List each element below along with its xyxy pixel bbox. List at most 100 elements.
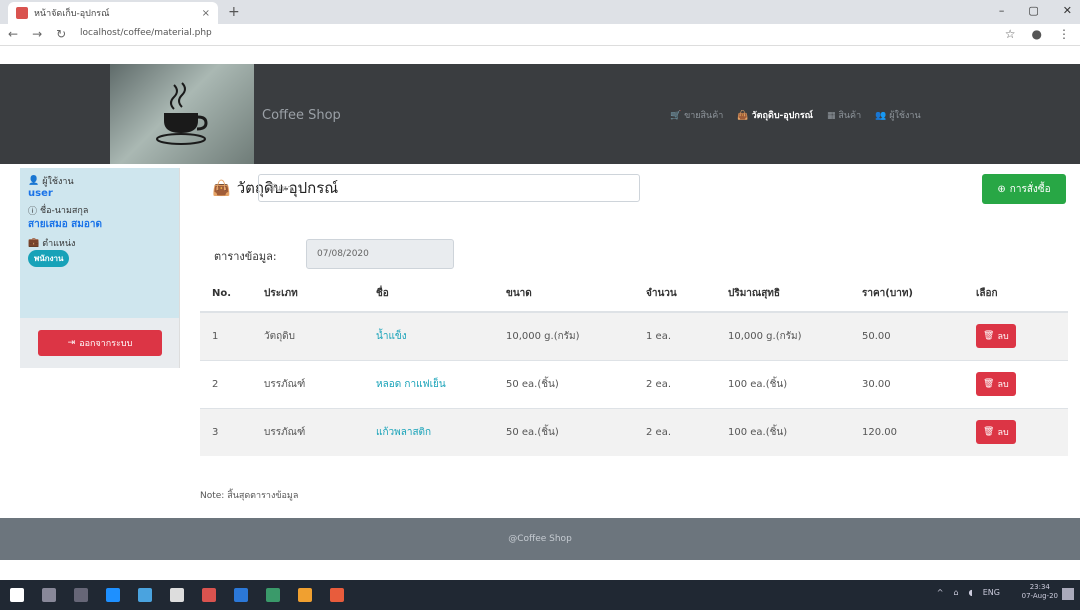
name-value: สายเสมอ สมอาด [28,219,102,230]
start-icon[interactable] [10,588,24,602]
sign-out-icon: ⇥ [67,338,76,348]
lang-indicator[interactable]: ENG [983,588,1000,597]
col-type: ประเภท [252,276,364,313]
tray-arrow-icon[interactable]: ^ [937,588,944,597]
menu-icon[interactable]: ⋮ [1058,27,1070,41]
taskbar-icons [10,588,344,602]
table-row: 1 วัตถุดิบ น้ำแข็ง 10,000 g.(กรัม) 1 ea.… [200,311,1068,360]
coffee-cup-icon [156,82,208,145]
col-select: เลือก [964,276,1068,313]
back-icon[interactable]: ← [8,27,18,41]
bookmark-star-icon[interactable]: ☆ [1005,27,1016,41]
task-view-icon[interactable] [74,588,88,602]
nav-buttons: ← → ↻ [8,27,66,41]
top-nav: 🛒 ขายสินค้า 👜 วัตถุดิบ-อุปกรณ์ ▦ สินค้า … [670,108,921,122]
tab-title: หน้าจัดเก็บ-อุปกรณ์ [34,9,110,19]
app-icon[interactable] [266,588,280,602]
brand-name[interactable]: Coffee Shop [262,108,341,123]
item-link[interactable]: หลอด กาแฟเย็น [376,379,446,390]
nav-materials[interactable]: 👜 วัตถุดิบ-อุปกรณ์ [737,108,813,122]
tab-close-icon[interactable]: × [202,8,210,19]
user-info-panel: 👤 ผู้ใช้งาน user ⓘ ชื่อ-นามสกุล สายเสมอ สม… [20,168,179,318]
cell-price: 120.00 [850,407,964,456]
user-label: 👤 ผู้ใช้งาน [28,176,74,187]
site-header: Coffee Shop 🛒 ขายสินค้า 👜 วัตถุดิบ-อุปกร… [0,64,1080,164]
system-tray: ^ ⌂ ◖ ENG [937,588,1000,597]
cell-type: บรรภัณฑ์ [252,359,364,408]
cell-name: หลอด กาแฟเย็น [364,359,494,408]
cell-size: 50 ea.(ชิ้น) [494,359,634,408]
table-note: Note: สิ้นสุดตารางข้อมูล [200,491,299,501]
cell-action: 🗑 ลบ [964,359,1068,408]
new-tab-button[interactable]: + [228,4,240,20]
app-icon[interactable] [234,588,248,602]
delete-button[interactable]: 🗑 ลบ [976,420,1016,445]
date-label: ตารางข้อมูล: [214,250,277,263]
materials-table: No. ประเภท ชื่อ ขนาด จำนวน ปริมาณสุทธิ ร… [200,276,1068,456]
col-net: ปริมาณสุทธิ [716,276,850,313]
cell-no: 1 [200,311,252,360]
cell-net: 100 ea.(ชิ้น) [716,407,850,456]
cell-size: 50 ea.(ชิ้น) [494,407,634,456]
app-icon[interactable] [330,588,344,602]
reload-icon[interactable]: ↻ [56,27,66,41]
url-field[interactable]: localhost/coffee/material.php [80,28,212,38]
col-no: No. [200,276,252,313]
table-row: 2 บรรภัณฑ์ หลอด กาแฟเย็น 50 ea.(ชิ้น) 2 … [200,359,1068,408]
date-field[interactable]: 07/08/2020 [306,239,454,269]
user-icon: 👤 [28,176,40,186]
cell-name: แก้วพลาสติก [364,407,494,456]
search-input[interactable]: ค้นหา... [258,174,640,202]
store-icon[interactable] [170,588,184,602]
volume-icon[interactable]: ◖ [969,588,973,597]
delete-button[interactable]: 🗑 ลบ [976,372,1016,396]
sidebar: 👤 ผู้ใช้งาน user ⓘ ชื่อ-นามสกุล สายเสมอ สม… [20,168,180,368]
forward-icon[interactable]: → [32,27,42,41]
coffee-logo [110,64,254,164]
nav-sell[interactable]: 🛒 ขายสินค้า [670,108,723,122]
nav-users[interactable]: 👥 ผู้ใช้งาน [875,108,920,122]
logout-button[interactable]: ⇥ ออกจากระบบ [38,330,162,356]
window-controls: – ▢ ✕ [999,4,1072,17]
edge-icon[interactable] [106,588,120,602]
cell-type: วัตถุดิบ [252,311,364,360]
site-footer: @Coffee Shop [0,518,1080,560]
item-link[interactable]: น้ำแข็ง [376,331,407,342]
order-button[interactable]: ⊕ การสั่งซื้อ [982,174,1066,204]
cell-qty: 1 ea. [634,311,716,360]
cell-no: 3 [200,407,252,456]
search-icon[interactable] [42,588,56,602]
col-name: ชื่อ [364,276,494,313]
delete-button[interactable]: 🗑 ลบ [976,324,1016,349]
trash-icon: 🗑 [983,427,995,438]
network-icon[interactable]: ⌂ [953,588,958,597]
app-icon[interactable] [298,588,312,602]
extension-icon[interactable]: ● [1032,27,1042,41]
item-link[interactable]: แก้วพลาสติก [376,427,431,438]
clock[interactable]: 23:34 07-Aug-20 [1022,583,1058,601]
cell-type: บรรภัณฑ์ [252,407,364,456]
maximize-button[interactable]: ▢ [1028,4,1038,17]
cell-size: 10,000 g.(กรัม) [494,311,634,360]
browser-tab[interactable]: หน้าจัดเก็บ-อุปกรณ์ × [8,2,218,24]
chrome-icon[interactable] [202,588,216,602]
close-window-button[interactable]: ✕ [1063,4,1072,17]
favicon-icon [16,7,28,19]
col-price: ราคา(บาท) [850,276,964,313]
notification-icon[interactable] [1062,588,1074,600]
minimize-button[interactable]: – [999,4,1005,17]
windows-taskbar: ^ ⌂ ◖ ENG 23:34 07-Aug-20 [0,580,1080,610]
cell-qty: 2 ea. [634,407,716,456]
address-actions: ☆ ● ⋮ [1005,27,1070,41]
cell-action: 🗑 ลบ [964,311,1068,360]
cell-name: น้ำแข็ง [364,311,494,360]
table-row: 3 บรรภัณฑ์ แก้วพลาสติก 50 ea.(ชิ้น) 2 ea… [200,407,1068,456]
col-qty: จำนวน [634,276,716,313]
col-size: ขนาด [494,276,634,313]
file-explorer-icon[interactable] [138,588,152,602]
nav-products[interactable]: ▦ สินค้า [827,108,861,122]
trash-icon: 🗑 [983,379,995,389]
cell-price: 50.00 [850,311,964,360]
cell-no: 2 [200,359,252,408]
cell-price: 30.00 [850,359,964,408]
